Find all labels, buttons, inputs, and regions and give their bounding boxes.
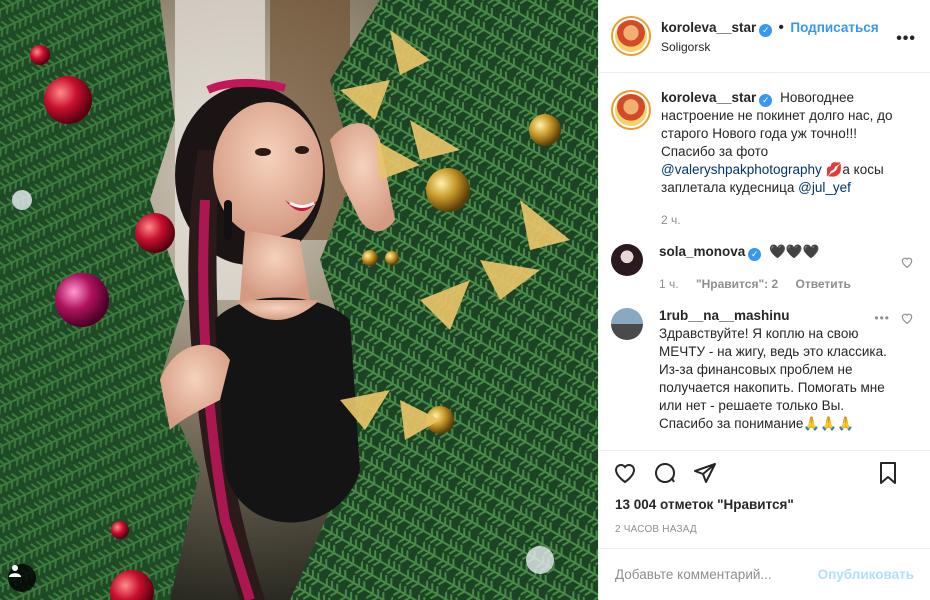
comment-text: Здравствуйте! Я коплю на свою МЕЧТУ - на… xyxy=(659,326,887,431)
comment-item: 1rub__na__mashinu Здравствуйте! Я коплю … xyxy=(611,307,914,433)
verified-badge-icon: ✓ xyxy=(748,248,762,261)
caption-mention-photographer[interactable]: @valeryshpakphotography xyxy=(661,162,822,177)
separator-dot: • xyxy=(778,18,784,36)
caption: koroleva__star ✓ Новогоднее настроение не… xyxy=(611,89,914,229)
like-comment-heart-icon[interactable] xyxy=(900,311,914,325)
likes-count[interactable]: 13 004 отметок "Нравится" xyxy=(599,494,930,516)
comments-list[interactable]: koroleva__star ✓ Новогоднее настроение не… xyxy=(599,73,930,450)
comment-avatar[interactable] xyxy=(611,308,643,340)
caption-mention-stylist[interactable]: @jul_yef xyxy=(798,180,851,195)
comment-time[interactable]: 1 ч. xyxy=(659,277,679,291)
share-paper-plane-icon[interactable] xyxy=(693,461,717,485)
post-photo[interactable] xyxy=(0,0,598,600)
post-header: koroleva__star ✓ • Подписаться Soligorsk •… xyxy=(599,0,930,73)
comment-avatar[interactable] xyxy=(611,244,643,276)
verified-badge-icon: ✓ xyxy=(759,94,773,107)
user-icon xyxy=(9,565,21,577)
caption-username[interactable]: koroleva__star xyxy=(661,90,756,105)
add-comment-bar: Добавьте комментарий... Опубликовать xyxy=(599,548,930,600)
action-bar xyxy=(599,450,930,494)
comment-username[interactable]: 1rub__na__mashinu xyxy=(659,308,790,323)
like-comment-heart-icon[interactable] xyxy=(900,255,914,269)
follow-button[interactable]: Подписаться xyxy=(790,20,878,35)
comment-username[interactable]: sola_monova xyxy=(659,244,745,259)
caption-time[interactable]: 2 ч. xyxy=(661,213,681,227)
save-bookmark-icon[interactable] xyxy=(876,461,900,485)
comment-input[interactable]: Добавьте комментарий... xyxy=(615,567,818,582)
post-sidebar: koroleva__star ✓ • Подписаться Soligorsk •… xyxy=(598,0,930,600)
like-heart-icon[interactable] xyxy=(613,461,637,485)
comment-text: 🖤🖤🖤 xyxy=(769,244,820,259)
comment-more-icon[interactable]: ••• xyxy=(874,311,890,325)
comment-bubble-icon[interactable] xyxy=(653,461,677,485)
publish-button[interactable]: Опубликовать xyxy=(818,567,914,582)
post-location[interactable]: Soligorsk xyxy=(661,40,914,54)
tagged-users-button[interactable] xyxy=(8,564,36,592)
author-avatar[interactable] xyxy=(611,16,651,56)
comment-likes[interactable]: "Нравится": 2 xyxy=(696,277,778,291)
comment-item: sola_monova ✓ 🖤🖤🖤 1 ч. "Нравится": 2 Отве… xyxy=(611,243,914,293)
more-options-icon[interactable]: ••• xyxy=(896,30,916,48)
comment-reply-button[interactable]: Ответить xyxy=(795,277,850,291)
author-username[interactable]: koroleva__star xyxy=(661,20,756,35)
post-timestamp[interactable]: 2 ЧАСОВ НАЗАД xyxy=(599,524,930,548)
verified-badge-icon: ✓ xyxy=(759,23,773,37)
photo-illustration xyxy=(0,0,598,600)
caption-avatar[interactable] xyxy=(611,90,651,130)
